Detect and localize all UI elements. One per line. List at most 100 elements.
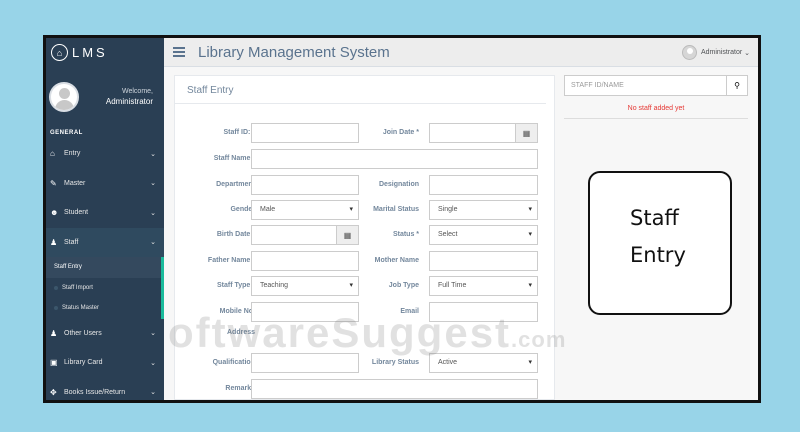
calendar-icon[interactable]: ▦ — [515, 124, 537, 142]
user-icon: ♟ — [50, 328, 58, 338]
watermark-text: oftwareSuggest — [168, 309, 512, 356]
staff-id-input[interactable] — [251, 123, 359, 143]
sidebar-item-label: Student — [64, 209, 89, 217]
gender-select[interactable]: Male — [251, 200, 359, 220]
birth-date-input[interactable]: ▦ — [251, 225, 359, 245]
sidebar-item-label: Books Issue/Return — [64, 388, 126, 396]
department-label: Department — [216, 181, 255, 188]
chevron-down-icon: ⌄ — [150, 389, 156, 397]
join-date-label: Join Date * — [382, 129, 419, 136]
section-title: GENERAL — [50, 130, 83, 136]
user-avatar — [681, 45, 697, 60]
brand[interactable]: ⌂ LMS — [46, 38, 164, 67]
avatar — [49, 82, 79, 112]
search-placeholder: STAFF ID/NAME — [571, 82, 624, 89]
chevron-down-icon: ⌄ — [150, 150, 156, 158]
staff-id-label: Staff ID: * — [223, 129, 256, 136]
sidebar-item-label: Master — [64, 179, 86, 187]
callout-box: Staff Entry — [588, 171, 732, 315]
app-title: Library Management System — [198, 43, 390, 61]
sidebar-item-entry[interactable]: ⌂ Entry ⌄ — [46, 139, 164, 169]
arrows-icon: ✥ — [50, 387, 57, 397]
father-name-label: Father Name * — [207, 257, 255, 264]
submenu-item-status-master[interactable]: Status Master — [46, 298, 161, 319]
card-icon: ▣ — [50, 358, 58, 368]
sidebar-item-label: Other Users — [64, 329, 102, 337]
library-status-value: Active — [438, 359, 458, 366]
sidebar-item-books-issue-return[interactable]: ✥ Books Issue/Return ⌄ — [46, 378, 164, 401]
chevron-down-icon: ⌄ — [150, 209, 156, 217]
designation-input[interactable] — [429, 175, 538, 195]
chevron-down-icon: ⌄ — [150, 180, 156, 188]
gender-value: Male — [260, 206, 276, 213]
chevron-down-icon: ⌄ — [150, 239, 156, 247]
job-type-select[interactable]: Full Time — [429, 276, 538, 296]
submenu-label: Staff Entry — [54, 264, 82, 271]
bullet-icon — [54, 285, 58, 290]
remarks-label: Remarks — [225, 385, 255, 392]
mother-name-input[interactable] — [429, 251, 538, 271]
submenu-item-staff-entry[interactable]: Staff Entry — [46, 257, 161, 278]
watermark: oftwareSuggest.com — [168, 309, 566, 357]
user-menu[interactable]: Administrator ⌄ — [681, 45, 750, 60]
join-date-input[interactable]: ▦ — [429, 123, 538, 143]
chevron-down-icon: ⌄ — [150, 330, 156, 338]
search-icon[interactable]: ⚲ — [726, 76, 747, 95]
empty-message: No staff added yet — [627, 105, 685, 112]
sidebar-item-label: Staff — [64, 238, 79, 246]
marital-status-value: Single — [438, 206, 458, 213]
sidebar-item-master[interactable]: ✎ Master ⌄ — [46, 169, 164, 199]
remarks-input[interactable] — [251, 379, 538, 399]
chevron-down-icon: ⌄ — [742, 49, 750, 57]
users-icon: ☻ — [50, 208, 59, 218]
callout-line-2: Entry — [630, 243, 686, 267]
father-name-input[interactable] — [251, 251, 359, 271]
sidebar: ⌂ LMS Welcome, Administrator GENERAL ⌂ E… — [46, 38, 164, 400]
edit-icon: ✎ — [50, 178, 57, 188]
qualification-label: Qualification — [212, 359, 255, 366]
status-select[interactable]: Select — [429, 225, 538, 245]
profile: Welcome, Administrator — [46, 67, 164, 127]
user-name: Administrator — [700, 49, 743, 56]
submenu-item-staff-import[interactable]: Staff Import — [46, 278, 161, 299]
status-value: Select — [438, 231, 458, 238]
menu-toggle-icon[interactable] — [173, 45, 185, 59]
staff-name-label: Staff Name * — [213, 155, 255, 162]
marital-status-select[interactable]: Single — [429, 200, 538, 220]
brand-name: LMS — [72, 45, 108, 60]
user-icon: ♟ — [50, 237, 58, 247]
birth-date-label: Birth Date * — [216, 231, 255, 238]
marital-status-label: Marital Status — [373, 206, 419, 213]
staff-name-input[interactable] — [251, 149, 538, 169]
divider — [564, 118, 748, 119]
watermark-suffix: .com — [511, 327, 567, 352]
staff-type-value: Teaching — [260, 282, 289, 289]
staff-type-select[interactable]: Teaching — [251, 276, 359, 296]
staff-submenu: Staff Entry Staff Import Status Master — [46, 257, 164, 319]
library-status-label: Library Status — [371, 359, 419, 366]
bullet-icon — [54, 306, 58, 311]
home-icon: ⌂ — [51, 44, 68, 61]
submenu-label: Status Master — [62, 305, 100, 312]
chevron-down-icon: ⌄ — [150, 359, 156, 367]
sidebar-item-library-card[interactable]: ▣ Library Card ⌄ — [46, 348, 164, 378]
home-icon: ⌂ — [50, 149, 55, 159]
department-input[interactable] — [251, 175, 359, 195]
sidebar-item-other-users[interactable]: ♟ Other Users ⌄ — [46, 319, 164, 349]
submenu-label: Staff Import — [62, 284, 93, 291]
callout-line-1: Staff — [630, 206, 679, 230]
staff-type-label: Staff Type * — [217, 282, 255, 289]
job-type-value: Full Time — [438, 282, 467, 289]
sidebar-item-staff[interactable]: ♟ Staff ⌄ — [46, 227, 164, 257]
sidebar-item-student[interactable]: ☻ Student ⌄ — [46, 198, 164, 228]
job-type-label: Job Type — [388, 282, 419, 289]
designation-label: Designation — [378, 181, 419, 188]
profile-name: Administrator — [105, 97, 153, 106]
panel-title: Staff Entry — [175, 76, 546, 104]
mother-name-label: Mother Name — [374, 257, 419, 264]
sidebar-item-label: Library Card — [64, 359, 103, 367]
staff-search[interactable]: STAFF ID/NAME ⚲ — [564, 75, 748, 96]
gender-label: Gender — [230, 206, 255, 213]
sidebar-item-label: Entry — [64, 150, 81, 158]
welcome-text: Welcome, — [122, 88, 153, 95]
